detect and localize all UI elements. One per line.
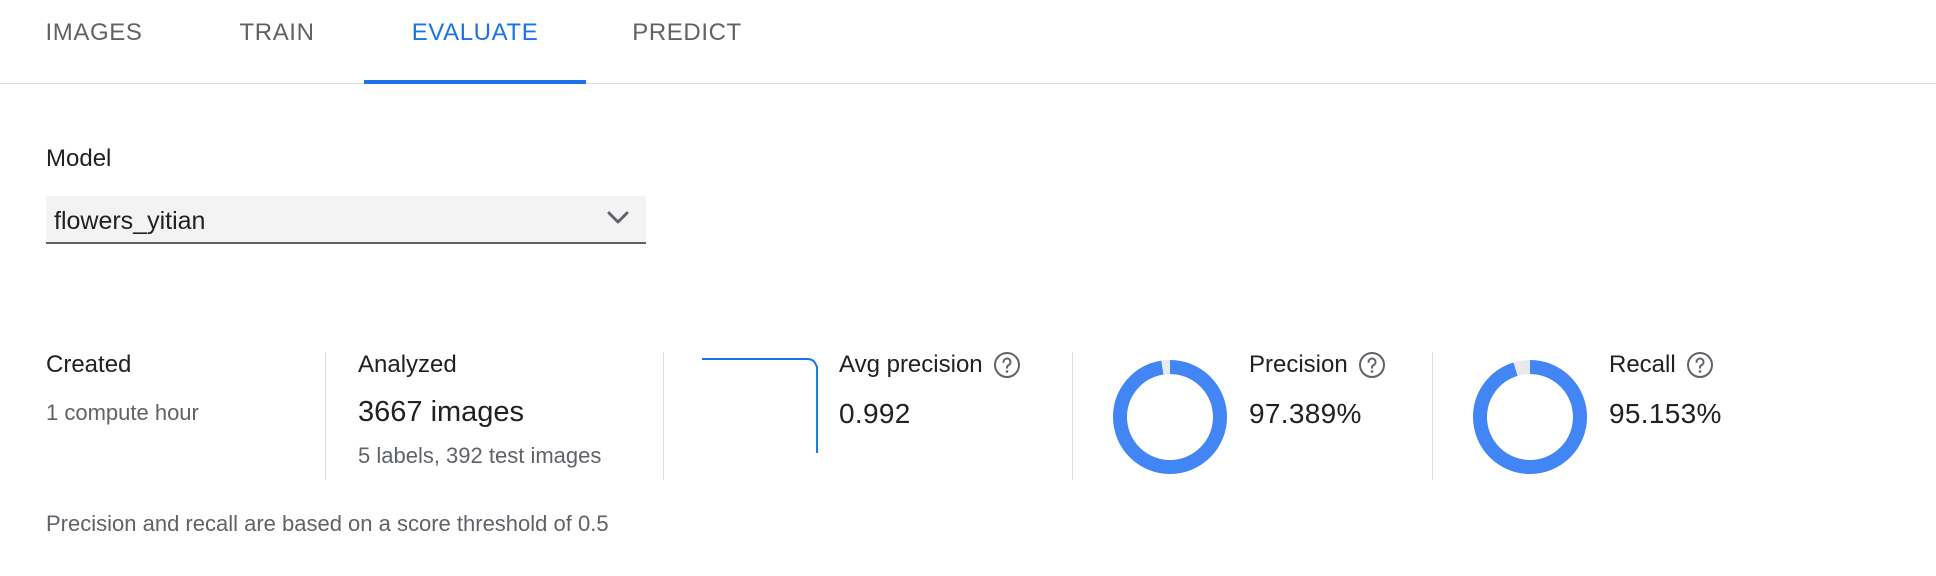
stat-avg-precision: Avg precision 0.992 [839,350,1021,430]
model-label: Model [46,145,112,172]
help-circle-icon[interactable] [1686,351,1714,379]
tab-images-label: IMAGES [45,19,143,46]
tab-images[interactable]: IMAGES [46,0,142,83]
tab-predict[interactable]: PREDICT [632,0,742,83]
active-tab-indicator [364,80,586,84]
help-circle-icon[interactable] [1358,351,1386,379]
stat-precision: Precision 97.389% [1249,350,1386,430]
tab-evaluate[interactable]: EVALUATE [364,0,586,84]
stat-analyzed-caption: 5 labels, 392 test images [358,443,602,468]
stat-created-title: Created [46,351,132,378]
precision-donut [1113,360,1227,474]
stat-precision-value: 97.389% [1249,398,1362,429]
chevron-down-icon [607,211,629,224]
tab-train-label: TRAIN [239,19,315,46]
tab-predict-label: PREDICT [632,19,742,46]
stat-recall: Recall 95.153% [1609,350,1722,430]
divider [1072,352,1073,480]
divider [1432,352,1433,480]
precision-recall-curve-line [702,358,818,453]
precision-donut-fill [1113,360,1227,474]
stat-avg-precision-value: 0.992 [839,398,911,429]
tab-train[interactable]: TRAIN [238,0,316,83]
stat-analyzed-value: 3667 images [358,396,525,428]
stat-created-value: 1 compute hour [46,400,199,425]
stat-precision-title: Precision [1249,351,1348,378]
stat-analyzed-title: Analyzed [358,351,457,378]
recall-donut-fill [1473,360,1587,474]
recall-donut [1473,360,1587,474]
model-select-value: flowers_yitian [54,207,206,235]
stat-created: Created 1 compute hour [46,350,199,426]
threshold-footnote: Precision and recall are based on a scor… [46,511,609,536]
tab-evaluate-label: EVALUATE [411,19,539,46]
help-circle-icon[interactable] [993,351,1021,379]
stat-avg-precision-title: Avg precision [839,351,983,378]
divider [325,352,326,480]
stat-recall-value: 95.153% [1609,398,1722,429]
stat-analyzed: Analyzed 3667 images 5 labels, 392 test … [358,350,601,469]
divider [663,352,664,480]
stat-recall-title: Recall [1609,351,1676,378]
precision-recall-curve-thumbnail [702,358,818,453]
model-select[interactable]: flowers_yitian [46,196,646,244]
tab-bar: IMAGES TRAIN EVALUATE PREDICT [0,0,1936,84]
